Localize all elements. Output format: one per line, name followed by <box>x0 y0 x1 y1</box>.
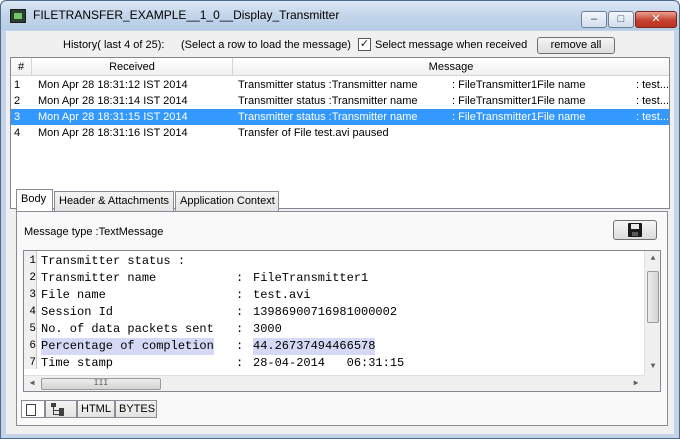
line-number: 7 <box>29 357 36 369</box>
row-message: Transmitter status :Transmitter name <box>238 95 418 107</box>
row-received-time: Mon Apr 28 18:31:14 IST 2014 <box>38 95 188 107</box>
column-header-number[interactable]: # <box>11 58 32 76</box>
line-value: 3000 <box>253 322 282 336</box>
line-number: 1 <box>29 255 36 267</box>
line-key: No. of data packets sent <box>41 322 214 336</box>
row-number: 3 <box>14 111 21 123</box>
app-window: FILETRANSFER_EXAMPLE__1_0__Display_Trans… <box>0 0 680 439</box>
line-number: 6 <box>29 340 36 352</box>
row-message-file: : FileTransmitter1File name <box>452 95 586 107</box>
line-value: 28-04-2014 06:31:15 <box>253 356 405 370</box>
row-message-extra: : test.... <box>636 79 668 91</box>
line-key: Transmitter name <box>41 271 157 285</box>
body-panel: Message type :TextMessage 1 Transmitter s… <box>16 211 668 426</box>
message-line: 5 No. of data packets sent:3000 <box>24 321 642 338</box>
row-received-time: Mon Apr 28 18:31:16 IST 2014 <box>38 127 188 139</box>
line-number: 5 <box>29 323 36 335</box>
line-key: Percentage of completion <box>41 338 214 355</box>
remove-all-button[interactable]: remove all <box>537 37 615 54</box>
table-header: # Received Message <box>11 58 669 76</box>
tab-application-context[interactable]: Application Context <box>175 191 279 211</box>
maximize-button[interactable]: □ <box>608 11 634 28</box>
select-on-receive-label[interactable]: Select message when received <box>375 39 527 51</box>
message-line: 2 Transmitter name: FileTransmitter1 <box>24 270 642 287</box>
table-row[interactable]: 3 Mon Apr 28 18:31:15 IST 2014 Transmitter… <box>11 109 669 125</box>
line-value: 44.26737494466578 <box>253 338 376 355</box>
scroll-corner <box>644 375 660 391</box>
message-line: 3 File name: test.avi <box>24 287 642 304</box>
vertical-scroll-thumb[interactable] <box>647 271 659 323</box>
history-hint: (Select a row to load the message) <box>181 39 351 51</box>
document-icon <box>26 404 36 416</box>
message-line: 4 Session Id:13986900716981000002 <box>24 304 642 321</box>
table-row[interactable]: 1 Mon Apr 28 18:31:12 IST 2014 Transmitter… <box>11 77 669 93</box>
row-message: Transmitter status :Transmitter name <box>238 79 418 91</box>
table-row[interactable]: 4 Mon Apr 28 18:31:16 IST 2014 Transfer of… <box>11 125 669 141</box>
tab-header-attachments[interactable]: Header & Attachments <box>54 191 174 211</box>
row-number: 1 <box>14 79 21 91</box>
line-key: Session Id <box>41 305 114 319</box>
line-separator: : <box>236 339 244 353</box>
row-message-file: : FileTransmitter1File name <box>452 79 586 91</box>
line-separator: : <box>236 322 244 336</box>
tab-bytes-view[interactable]: BYTES <box>115 400 157 418</box>
row-message-extra: : test.... <box>636 111 668 123</box>
message-type-label: Message type :TextMessage <box>24 226 164 238</box>
horizontal-scroll-thumb[interactable]: III <box>41 378 161 390</box>
scroll-up-arrow-icon[interactable]: ▲ <box>645 251 660 267</box>
line-key: Time stamp <box>41 356 114 370</box>
tab-html-view[interactable]: HTML <box>77 400 115 418</box>
message-body-editor[interactable]: 1 Transmitter status : 2 Transmitter name: F… <box>23 250 661 392</box>
row-message-file: : FileTransmitter1File name <box>452 111 586 123</box>
message-line: 6 Percentage of completion:44.26737494466… <box>24 338 642 355</box>
title-bar[interactable]: FILETRANSFER_EXAMPLE__1_0__Display_Trans… <box>1 1 679 30</box>
floppy-disk-icon <box>628 223 642 237</box>
client-area: History( last 4 of 25): (Select a row to… <box>6 31 674 434</box>
row-received-time: Mon Apr 28 18:31:12 IST 2014 <box>38 79 188 91</box>
save-button[interactable] <box>613 220 657 240</box>
history-label: History( last 4 of 25): <box>63 39 165 51</box>
column-header-received[interactable]: Received <box>32 58 233 76</box>
line-separator: : <box>236 288 244 302</box>
row-received-time: Mon Apr 28 18:31:15 IST 2014 <box>38 111 188 123</box>
row-message: Transmitter status :Transmitter name <box>238 111 418 123</box>
app-icon <box>10 9 26 23</box>
column-header-message[interactable]: Message <box>233 58 669 76</box>
tab-tree-view[interactable] <box>45 400 77 418</box>
tab-text-view[interactable] <box>21 400 45 418</box>
window-title: FILETRANSFER_EXAMPLE__1_0__Display_Trans… <box>33 8 340 22</box>
history-bar: History( last 4 of 25): (Select a row to… <box>6 31 674 56</box>
scroll-down-arrow-icon[interactable]: ▼ <box>645 359 660 375</box>
line-separator: : <box>236 356 244 370</box>
line-value: 13986900716981000002 <box>253 305 398 319</box>
line-number: 3 <box>29 289 36 301</box>
horizontal-scrollbar[interactable]: ◀ III ▶ <box>24 375 644 391</box>
tab-body[interactable]: Body <box>16 189 53 211</box>
history-table: # Received Message 1 Mon Apr 28 18:31:12 … <box>10 57 670 209</box>
scroll-right-arrow-icon[interactable]: ▶ <box>628 376 644 391</box>
message-line: 1 Transmitter status : <box>24 253 642 270</box>
line-value: FileTransmitter1 <box>253 271 369 285</box>
row-number: 4 <box>14 127 21 139</box>
message-line: 7 Time stamp:28-04-2014 06:31:15 <box>24 355 642 372</box>
tree-icon <box>50 403 68 416</box>
vertical-scrollbar[interactable]: ▲ ▼ <box>644 251 660 375</box>
line-number: 2 <box>29 272 36 284</box>
row-message: Transfer of File test.avi paused <box>238 127 389 139</box>
minimize-button[interactable]: – <box>581 11 607 28</box>
close-button[interactable]: ✕ <box>635 11 677 28</box>
line-key: Transmitter status : <box>41 254 186 268</box>
select-on-receive-checkbox[interactable]: ✓ <box>358 38 371 51</box>
line-separator: : <box>236 305 244 319</box>
scroll-left-arrow-icon[interactable]: ◀ <box>24 376 40 391</box>
line-separator: : <box>236 271 244 285</box>
line-key: File name <box>41 288 106 302</box>
row-number: 2 <box>14 95 21 107</box>
line-value: test.avi <box>253 288 311 302</box>
line-number: 4 <box>29 306 36 318</box>
table-row[interactable]: 2 Mon Apr 28 18:31:14 IST 2014 Transmitter… <box>11 93 669 109</box>
row-message-extra: : test.... <box>636 95 668 107</box>
